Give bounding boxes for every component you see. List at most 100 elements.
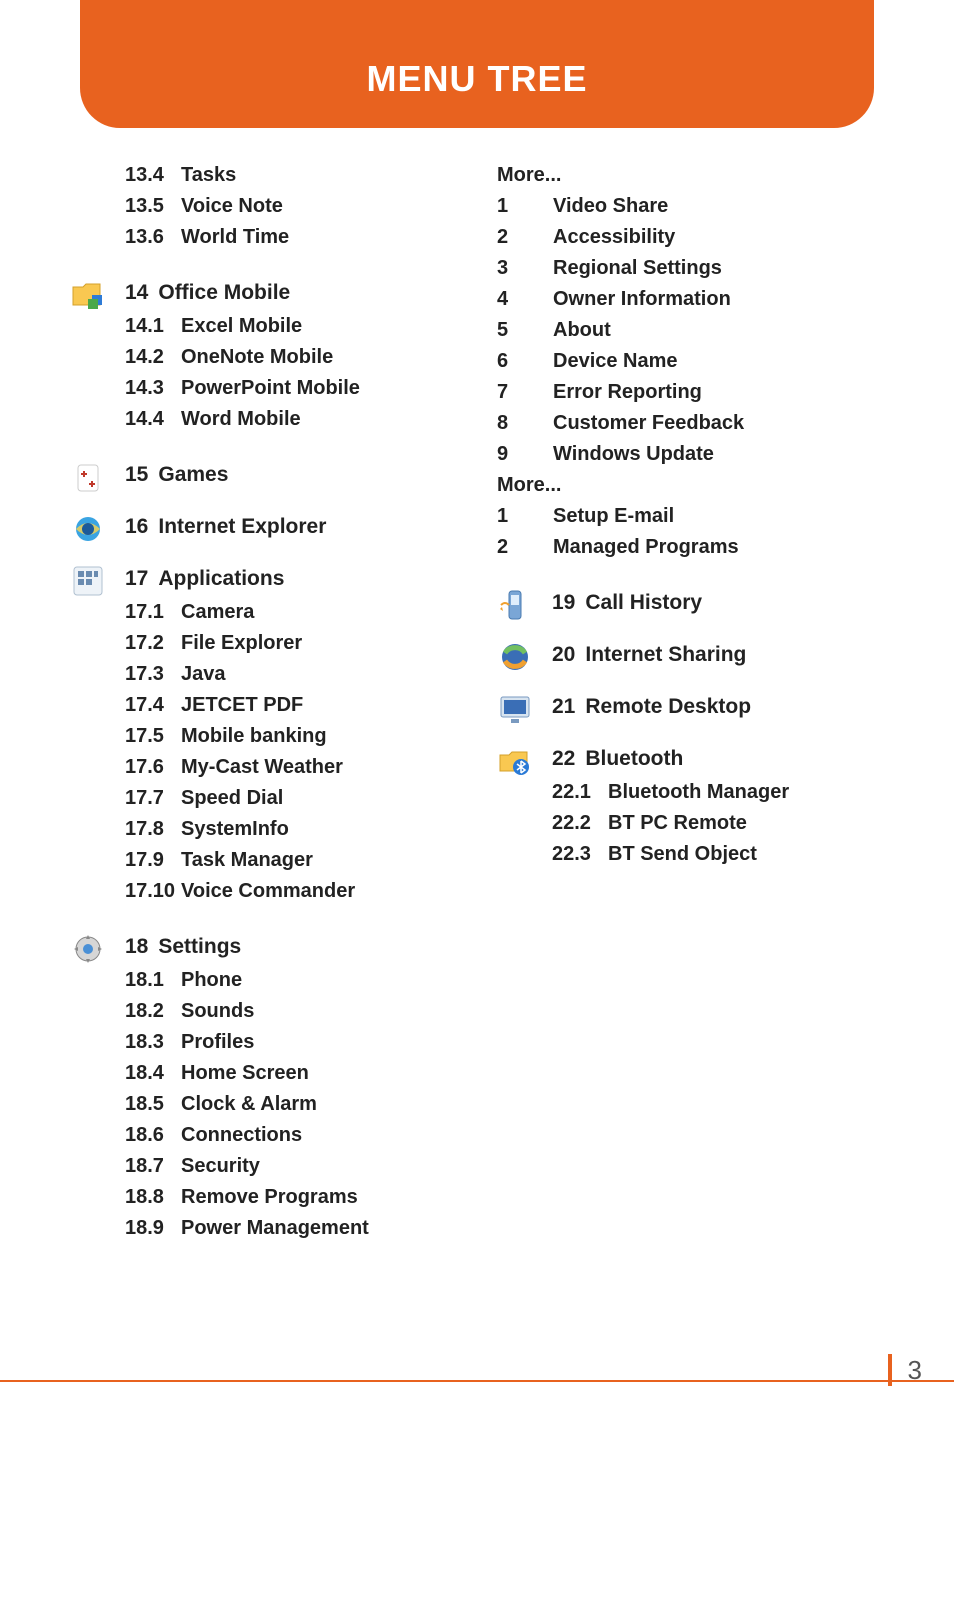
list-item: 17.8SystemInfo [125,814,457,845]
list-item: 13.5Voice Note [125,191,457,222]
section-heading: 19Call History [552,591,884,615]
more-block-1: More... 1Video Share 2Accessibility 3Reg… [442,160,884,563]
item-label: Clock & Alarm [181,1089,317,1120]
section-21: 21Remote Desktop [497,695,884,719]
list-item: 14.1Excel Mobile [125,311,457,342]
section-19: 19Call History [497,591,884,615]
list-item: 17.1Camera [125,597,457,628]
item-num: 18.1 [125,965,181,996]
item-num: 13.4 [125,160,181,191]
list-item: 22.3BT Send Object [552,839,884,870]
item-num: 7 [497,377,553,408]
item-label: Tasks [181,160,236,191]
item-label: OneNote Mobile [181,342,333,373]
item-label: Word Mobile [181,404,301,435]
applications-grid-icon [70,563,110,603]
list-item: 18.2Sounds [125,996,457,1027]
item-num: 17.3 [125,659,181,690]
item-num: 2 [497,532,553,563]
item-label: Customer Feedback [553,408,744,439]
section-num: 20 [552,643,575,666]
item-num: 22.1 [552,777,608,808]
item-label: Voice Commander [181,876,355,907]
right-column: More... 1Video Share 2Accessibility 3Reg… [497,160,884,1272]
list-item: 18.8Remove Programs [125,1182,457,1213]
list-item: 6Device Name [497,346,884,377]
item-label: Voice Note [181,191,283,222]
item-num: 17.1 [125,597,181,628]
games-icon [70,459,110,499]
list-item: 18.1Phone [125,965,457,996]
item-num: 18.2 [125,996,181,1027]
office-folder-icon [70,277,110,317]
item-label: Setup E-mail [553,501,674,532]
list-item: 17.4JETCET PDF [125,690,457,721]
list-item: 9Windows Update [497,439,884,470]
list-item: 13.4Tasks [125,160,457,191]
list-item: 7Error Reporting [497,377,884,408]
content: 13.4Tasks 13.5Voice Note 13.6World Time … [70,160,884,1272]
item-label: Video Share [553,191,668,222]
item-label: Speed Dial [181,783,283,814]
list-item: 14.2OneNote Mobile [125,342,457,373]
section-heading: 21Remote Desktop [552,695,884,719]
section-heading: 17 Applications [125,567,457,591]
list-item: 18.3Profiles [125,1027,457,1058]
section-18: 18Settings 18.1Phone 18.2Sounds 18.3Prof… [70,935,457,1244]
item-num: 4 [497,284,553,315]
section-heading: 14Office Mobile [125,281,457,305]
bluetooth-folder-icon [497,743,537,783]
section-title: Internet Explorer [158,515,326,538]
section-22: 22Bluetooth 22.1Bluetooth Manager 22.2BT… [497,747,884,870]
item-label: Managed Programs [553,532,739,563]
item-num: 17.9 [125,845,181,876]
list-item: 18.6Connections [125,1120,457,1151]
section-num: 18 [125,935,148,958]
item-num: 18.7 [125,1151,181,1182]
item-num: 2 [497,222,553,253]
item-num: 18.9 [125,1213,181,1244]
section-17: 17 Applications 17.1Camera 17.2File Explo… [70,567,457,907]
section-num: 15 [125,463,148,486]
item-label: Accessibility [553,222,675,253]
more-label: More... [497,470,884,501]
page-title: MENU TREE [366,58,587,100]
item-label: Regional Settings [553,253,722,284]
section-heading: 22Bluetooth [552,747,884,771]
item-num: 5 [497,315,553,346]
item-label: Connections [181,1120,302,1151]
item-label: Error Reporting [553,377,702,408]
item-label: Device Name [553,346,678,377]
section-title: Applications [158,567,284,590]
section-title: Internet Sharing [585,643,746,666]
item-num: 18.5 [125,1089,181,1120]
section-num: 17 [125,567,148,590]
list-item: 8Customer Feedback [497,408,884,439]
section-14: 14Office Mobile 14.1Excel Mobile 14.2One… [70,281,457,435]
item-label: Owner Information [553,284,731,315]
list-item: 14.4Word Mobile [125,404,457,435]
list-item: 18.9Power Management [125,1213,457,1244]
item-label: Excel Mobile [181,311,302,342]
header-band: MENU TREE [80,0,874,128]
item-num: 8 [497,408,553,439]
item-num: 13.6 [125,222,181,253]
item-num: 14.2 [125,342,181,373]
item-num: 1 [497,501,553,532]
item-num: 17.10 [125,876,181,907]
list-item: 1Setup E-mail [497,501,884,532]
item-num: 6 [497,346,553,377]
item-label: SystemInfo [181,814,289,845]
list-item: 3Regional Settings [497,253,884,284]
item-num: 22.2 [552,808,608,839]
item-num: 17.2 [125,628,181,659]
list-item: 18.4Home Screen [125,1058,457,1089]
list-item: 18.7Security [125,1151,457,1182]
section-num: 19 [552,591,575,614]
list-item: 17.2File Explorer [125,628,457,659]
item-num: 17.8 [125,814,181,845]
left-column: 13.4Tasks 13.5Voice Note 13.6World Time … [70,160,457,1272]
item-label: Windows Update [553,439,714,470]
item-num: 3 [497,253,553,284]
section-15: 15Games [70,463,457,487]
